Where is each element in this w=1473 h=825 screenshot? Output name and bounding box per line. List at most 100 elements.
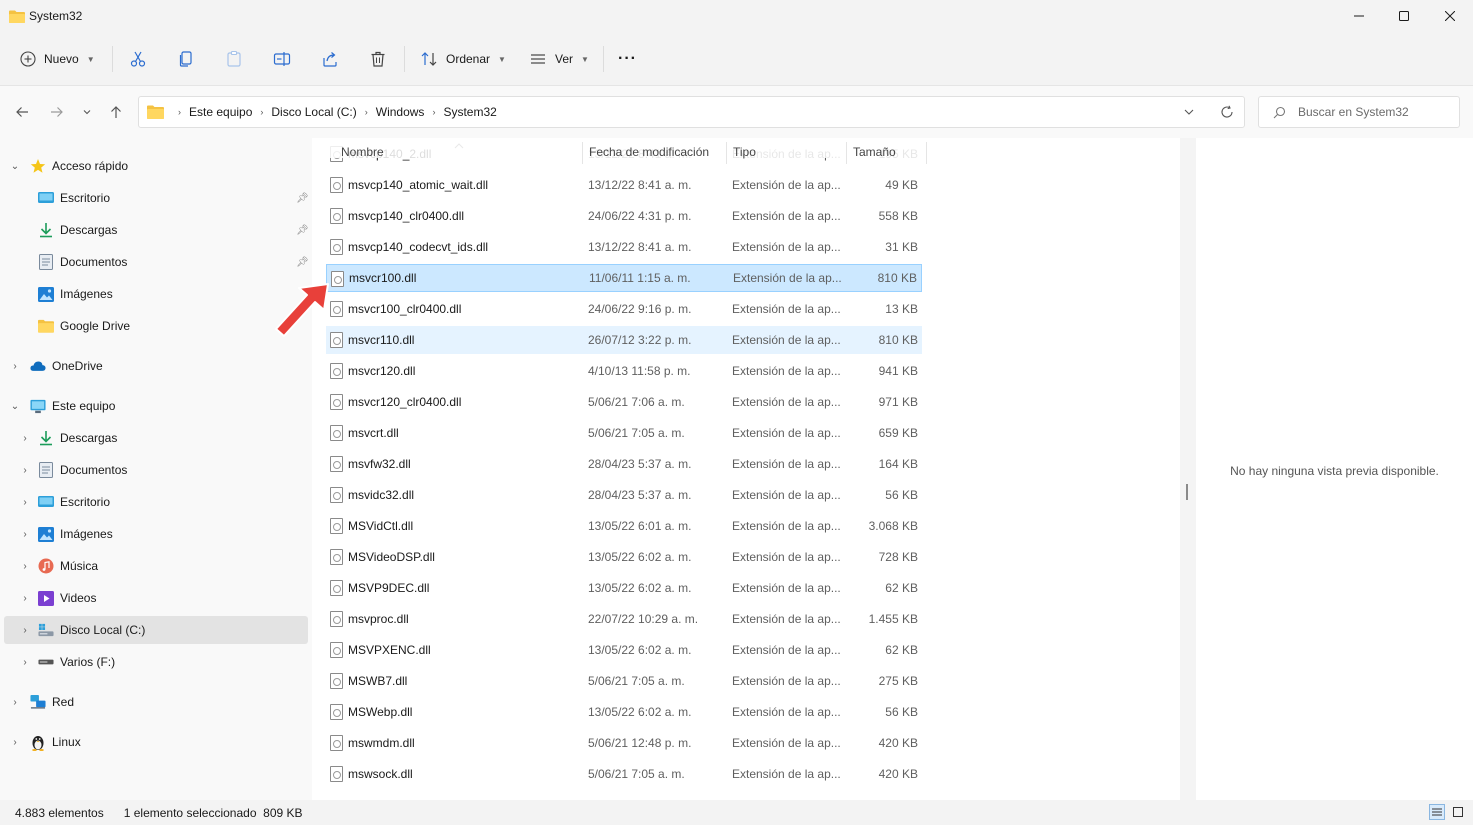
nav-quick-escritorio[interactable]: Escritorio 📌︎ (4, 184, 309, 212)
scissors-icon (130, 51, 146, 67)
document-icon (38, 462, 54, 478)
nav-label: Escritorio (60, 495, 111, 509)
file-row[interactable]: msvproc.dll 22/07/22 10:29 a. m. Extensión… (326, 605, 922, 633)
nav-quick-descargas[interactable]: Descargas 📌︎ (4, 216, 309, 244)
file-row[interactable]: MSWebp.dll 13/05/22 6:02 a. m. Extensión d… (326, 698, 922, 726)
file-date: 5/06/21 7:06 a. m. (588, 395, 685, 409)
address-history-dropdown[interactable] (1183, 106, 1195, 121)
file-row[interactable]: MSVidCtl.dll 13/05/22 6:01 a. m. Extensión… (326, 512, 922, 540)
cut-button[interactable] (129, 44, 147, 74)
file-row[interactable]: MSWB7.dll 5/06/21 7:05 a. m. Extensión de … (326, 667, 922, 695)
address-bar[interactable]: › Este equipo › Disco Local (C:) › Windo… (138, 96, 1245, 128)
column-header-date[interactable]: Fecha de modificación (589, 138, 709, 166)
back-button[interactable] (12, 102, 32, 122)
delete-button[interactable] (369, 44, 387, 74)
column-divider[interactable] (726, 142, 727, 164)
file-row[interactable]: msvcp140_clr0400.dll 24/06/22 4:31 p. m. E… (326, 202, 922, 230)
nav-pc-escritorio[interactable]: › Escritorio (4, 488, 308, 516)
tiles-view-button[interactable] (1450, 804, 1466, 820)
pin-icon: 📌︎ (296, 224, 309, 236)
column-header-size[interactable]: Tamaño (853, 138, 896, 166)
file-row[interactable]: MSVP9DEC.dll 13/05/22 6:02 a. m. Extensión… (326, 574, 922, 602)
up-button[interactable] (106, 102, 126, 122)
details-view-icon (1432, 808, 1442, 816)
new-button[interactable]: Nuevo ▼ (20, 44, 95, 74)
view-list-icon (531, 54, 545, 64)
file-row[interactable]: msvcp140_atomic_wait.dll 13/12/22 8:41 a.… (326, 171, 922, 199)
file-list-scrollbar[interactable] (1180, 138, 1196, 800)
file-type: Extensión de la ap... (732, 767, 841, 781)
nav-label: Red (52, 695, 75, 709)
dll-file-icon (330, 456, 343, 472)
search-box[interactable]: Buscar en System32 (1258, 96, 1460, 128)
nav-this-pc[interactable]: ⌄ Este equipo (4, 392, 308, 420)
nav-pc-varios[interactable]: › Varios (F:) (4, 648, 308, 676)
nav-network[interactable]: › Red (4, 688, 308, 716)
refresh-button[interactable] (1220, 105, 1234, 122)
file-row[interactable]: msvcrt.dll 5/06/21 7:05 a. m. Extensión de… (326, 419, 922, 447)
more-options-button[interactable]: ··· (618, 44, 637, 74)
file-row[interactable]: mswsock.dll 5/06/21 7:05 a. m. Extensión d… (326, 760, 922, 788)
nav-pc-musica[interactable]: › Música (4, 552, 308, 580)
tiles-view-icon (1453, 807, 1463, 817)
file-row[interactable]: msvfw32.dll 28/04/23 5:37 a. m. Extensión … (326, 450, 922, 478)
forward-button[interactable] (47, 102, 67, 122)
close-button[interactable] (1427, 0, 1473, 32)
folder-icon (9, 10, 25, 23)
file-name: msvcr110.dll (348, 333, 415, 347)
view-button[interactable]: Ver ▼ (529, 44, 589, 74)
copy-button[interactable] (177, 44, 195, 74)
file-row[interactable]: MSVideoDSP.dll 13/05/22 6:02 a. m. Extensi… (326, 543, 922, 571)
file-name: msvcp140_atomic_wait.dll (348, 178, 489, 192)
column-divider[interactable] (846, 142, 847, 164)
file-row[interactable]: MSVPXENC.dll 13/05/22 6:02 a. m. Extensión… (326, 636, 922, 664)
breadcrumb-disco-local[interactable]: Disco Local (C:) (271, 105, 356, 119)
column-header-name[interactable]: Nombre (341, 138, 384, 166)
window-title: System32 (29, 9, 83, 23)
drive-icon (38, 622, 54, 638)
nav-pc-disco-local[interactable]: › Disco Local (C:) (4, 616, 308, 644)
nav-linux[interactable]: › Linux (4, 728, 308, 756)
close-icon (1445, 11, 1455, 21)
nav-quick-imagenes[interactable]: Imágenes (4, 280, 308, 308)
file-row[interactable]: msvcr100_clr0400.dll 24/06/22 9:16 p. m. E… (326, 295, 922, 323)
nav-onedrive[interactable]: › OneDrive (4, 352, 308, 380)
refresh-icon (1221, 105, 1233, 118)
breadcrumb-system32[interactable]: System32 (443, 105, 496, 119)
column-divider[interactable] (926, 142, 927, 164)
file-row[interactable]: msvcr100.dll 11/06/11 1:15 a. m. Extensión… (326, 264, 922, 292)
minimize-button[interactable] (1336, 0, 1382, 32)
nav-quick-documentos[interactable]: Documentos 📌︎ (4, 248, 309, 276)
file-date: 28/04/23 5:37 a. m. (588, 488, 692, 502)
music-icon (38, 558, 54, 574)
file-row[interactable]: msvidc32.dll 28/04/23 5:37 a. m. Extensión… (326, 481, 922, 509)
details-view-button[interactable] (1429, 804, 1445, 820)
sort-button[interactable]: Ordenar ▼ (420, 44, 506, 74)
column-header-type[interactable]: Tipo (733, 138, 756, 166)
computer-icon (30, 398, 46, 414)
nav-quick-google-drive[interactable]: Google Drive (4, 312, 308, 340)
nav-quick-access[interactable]: ⌄ Acceso rápido (4, 152, 308, 180)
nav-pc-imagenes[interactable]: › Imágenes (4, 520, 308, 548)
file-row[interactable]: msvcr120_clr0400.dll 5/06/21 7:06 a. m. Ex… (326, 388, 922, 416)
nav-label: OneDrive (52, 359, 103, 373)
file-row[interactable]: mswmdm.dll 5/06/21 12:48 p. m. Extensión d… (326, 729, 922, 757)
share-button[interactable] (321, 44, 339, 74)
breadcrumb-este-equipo[interactable]: Este equipo (189, 105, 252, 119)
breadcrumb-windows[interactable]: Windows (376, 105, 425, 119)
column-divider[interactable] (582, 142, 583, 164)
recent-locations-button[interactable] (77, 102, 97, 122)
file-row[interactable]: msvcr120.dll 4/10/13 11:58 p. m. Extensión… (326, 357, 922, 385)
paste-button[interactable] (225, 44, 243, 74)
scrollbar-thumb[interactable] (1186, 484, 1188, 500)
file-date: 13/12/22 8:41 a. m. (588, 178, 692, 192)
rename-button[interactable] (273, 44, 291, 74)
nav-pc-videos[interactable]: › Videos (4, 584, 308, 612)
sort-icon (421, 52, 437, 66)
nav-pc-documentos[interactable]: › Documentos (4, 456, 308, 484)
file-row[interactable]: msvcr110.dll 26/07/12 3:22 p. m. Extensión… (326, 326, 922, 354)
file-row[interactable]: msvcp140_codecvt_ids.dll 13/12/22 8:41 a.… (326, 233, 922, 261)
maximize-button[interactable] (1381, 0, 1427, 32)
file-list: Nombre Fecha de modificación Tipo Tamaño… (312, 138, 1180, 800)
nav-pc-descargas[interactable]: › Descargas (4, 424, 308, 452)
